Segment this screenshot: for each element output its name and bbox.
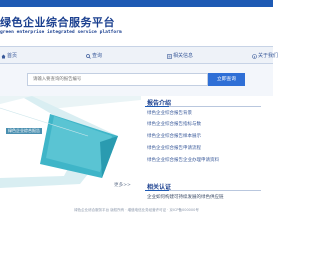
nav-item-label: 首页 xyxy=(7,52,18,59)
report-number-input[interactable] xyxy=(27,73,208,86)
info-icon xyxy=(167,53,172,59)
home-icon xyxy=(1,54,6,58)
search-button[interactable]: 立即查询 xyxy=(208,73,245,86)
nav-item-label: 关于我们 xyxy=(258,52,279,59)
nav-item-label: 相关信息 xyxy=(173,52,194,59)
intro-link-background[interactable]: 绿色企业综合报告背景 xyxy=(147,110,192,116)
about-icon xyxy=(252,53,257,59)
nav-item-label: 查询 xyxy=(92,52,103,59)
report-intro-accent xyxy=(145,106,169,107)
brand-title: 绿色企业综合服务平台 xyxy=(0,16,115,29)
nav-item-about[interactable]: 关于我们 xyxy=(252,47,278,65)
cover-title: 绿色企业综合报告 xyxy=(6,128,42,134)
nav-item-home[interactable]: 首页 xyxy=(1,47,17,65)
report-cover-image[interactable]: 绿色企业综合报告 xyxy=(0,96,141,188)
query-icon xyxy=(86,53,91,59)
certification-article-link[interactable]: 企业如何构建可持续发展的绿色供应链 xyxy=(147,194,224,200)
report-cover-illustration xyxy=(0,96,141,188)
more-link[interactable]: 更多>> xyxy=(114,182,131,188)
footer-copyright: 绿色企业综合服务平台 版权所有 · 增值电信业务经营许可证 · 京ICP备000… xyxy=(74,208,199,212)
top-accent-bar xyxy=(0,0,273,7)
certification-accent xyxy=(145,190,169,191)
brand-header: 绿色企业综合服务平台 green enterprise integrated s… xyxy=(0,14,273,44)
intro-link-indicators[interactable]: 绿色企业综合报告指标与数 xyxy=(147,121,201,127)
nav-item-info[interactable]: 相关信息 xyxy=(167,47,193,65)
nav-item-query[interactable]: 查询 xyxy=(86,47,102,65)
intro-link-sample[interactable]: 绿色企业综合报告样本展示 xyxy=(147,133,201,139)
search-section: 立即查询 xyxy=(0,64,273,96)
brand-subtitle: green enterprise integrated service plat… xyxy=(0,30,122,35)
main-nav: 首页 查询 相关信息 关于我们 xyxy=(0,46,278,65)
intro-link-materials[interactable]: 绿色企业综合报告企业办理申请资料 xyxy=(147,157,219,163)
intro-link-process[interactable]: 绿色企业综合报告申请流程 xyxy=(147,145,201,151)
